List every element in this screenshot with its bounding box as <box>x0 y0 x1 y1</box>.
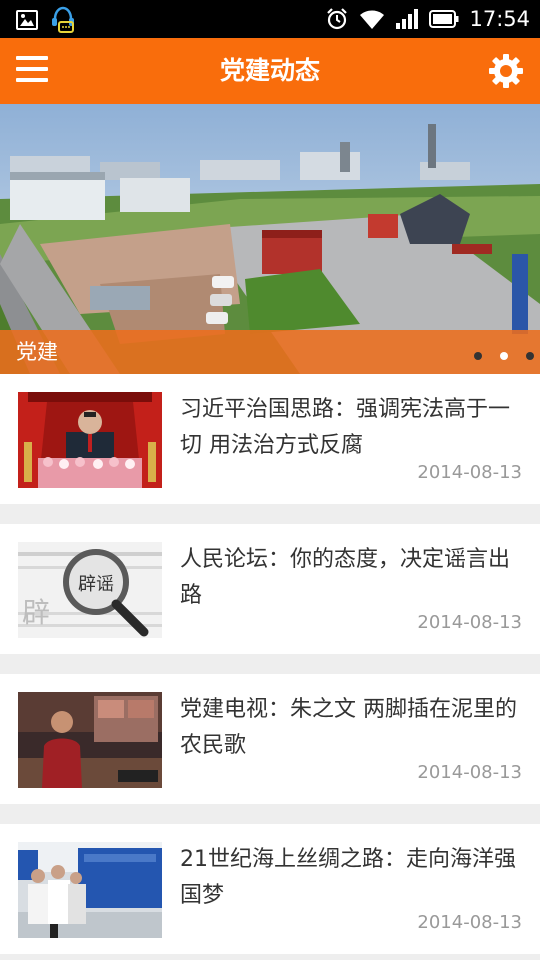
chat-bot-icon <box>52 6 74 33</box>
status-bar: 17:54 <box>0 0 540 38</box>
rumor-sign-text: 辟谣 <box>78 574 114 595</box>
image-icon <box>16 10 38 30</box>
battery-icon <box>429 10 459 28</box>
app-bar: 党建动态 <box>0 38 540 104</box>
carousel-dot-1[interactable] <box>474 352 482 360</box>
news-title: 习近平治国思路：强调宪法高于一切 用法治方式反腐 <box>180 397 511 458</box>
news-date: 2014-08-13 <box>417 462 522 483</box>
banner-caption: 党建 <box>16 340 58 364</box>
news-date: 2014-08-13 <box>417 612 522 633</box>
alarm-icon <box>327 8 348 30</box>
news-thumbnail <box>18 842 162 938</box>
news-item[interactable]: 党建电视：朱之文 两脚插在泥里的农民歌 2014-08-13 <box>0 674 540 804</box>
wifi-icon <box>360 10 385 29</box>
news-item[interactable]: 辟 辟谣 人民论坛：你的态度，决定谣言出路 2014-08-13 <box>0 524 540 654</box>
settings-icon[interactable] <box>488 53 524 89</box>
news-thumbnail: 辟 辟谣 <box>18 542 162 638</box>
news-title: 21世纪海上丝绸之路：走向海洋强国梦 <box>180 847 516 908</box>
svg-text:辟: 辟 <box>22 596 50 629</box>
news-title: 党建电视：朱之文 两脚插在泥里的农民歌 <box>180 697 517 758</box>
signal-icon <box>396 9 419 29</box>
news-list: 习近平治国思路：强调宪法高于一切 用法治方式反腐 2014-08-13 辟 辟谣… <box>0 374 540 960</box>
news-item[interactable]: 习近平治国思路：强调宪法高于一切 用法治方式反腐 2014-08-13 <box>0 374 540 504</box>
news-thumbnail <box>18 392 162 488</box>
news-date: 2014-08-13 <box>417 912 522 933</box>
news-item[interactable]: 21世纪海上丝绸之路：走向海洋强国梦 2014-08-13 <box>0 824 540 954</box>
carousel-dot-2[interactable] <box>500 352 508 360</box>
news-thumbnail <box>18 692 162 788</box>
news-title: 人民论坛：你的态度，决定谣言出路 <box>180 547 511 608</box>
banner-caption-bar <box>0 330 540 374</box>
status-time: 17:54 <box>469 7 530 31</box>
carousel-indicator <box>474 352 534 360</box>
news-date: 2014-08-13 <box>417 762 522 783</box>
carousel-dot-3[interactable] <box>526 352 534 360</box>
page-title: 党建动态 <box>219 56 320 85</box>
banner-carousel[interactable]: 党建 <box>0 104 540 374</box>
